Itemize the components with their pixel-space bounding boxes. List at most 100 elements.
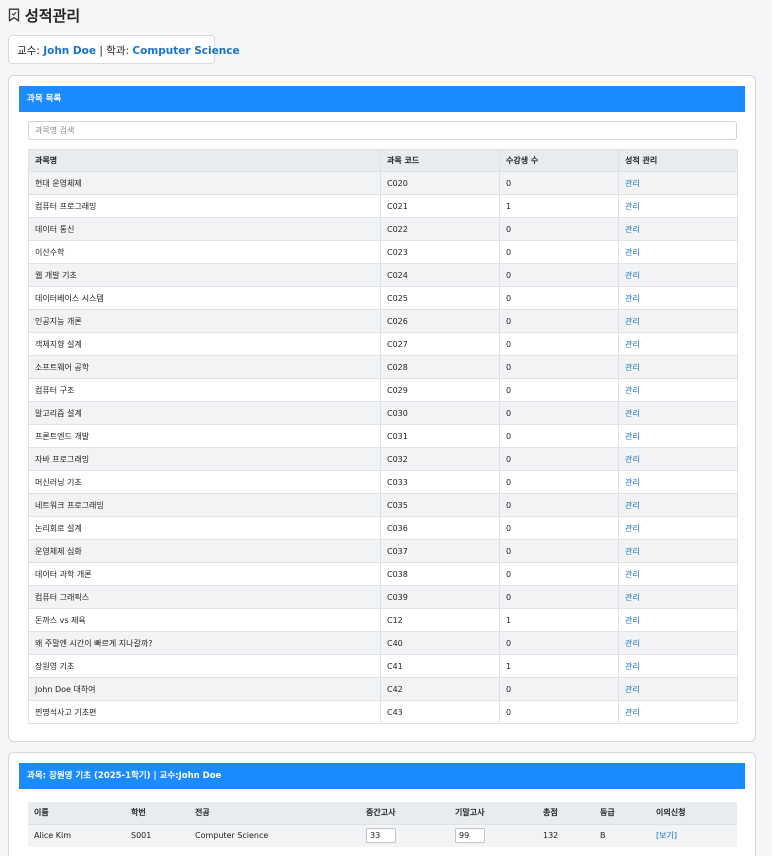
course-table-header-row: 과목명 과목 코드 수강생 수 성적 관리 <box>28 149 738 172</box>
course-name-cell: 컴퓨터 프로그래밍 <box>28 194 381 218</box>
final-score-input[interactable] <box>455 828 485 844</box>
grade-section-header: 과목: 장원영 기초 (2025-1학기) | 교수:John Doe <box>19 763 745 789</box>
manage-link[interactable]: 관리 <box>625 409 640 418</box>
column-header-course-code: 과목 코드 <box>380 149 500 172</box>
student-count-cell: 0 <box>499 700 619 724</box>
table-row: 논리회로 설계 C036 0 관리 <box>28 516 738 540</box>
column-header-final: 기말고사 <box>449 802 537 825</box>
manage-link[interactable]: 관리 <box>625 639 640 648</box>
midterm-score-input[interactable] <box>366 828 396 844</box>
student-count-cell: 1 <box>499 194 619 218</box>
table-row: 소프트웨어 공학 C028 0 관리 <box>28 355 738 379</box>
column-header-name: 이름 <box>28 802 125 825</box>
course-name-cell: 머신러닝 기초 <box>28 470 381 494</box>
course-code-cell: C029 <box>380 378 500 402</box>
grade-table-header-row: 이름 학번 전공 중간고사 기말고사 총점 등급 이의신청 <box>28 802 737 825</box>
bookmark-icon <box>8 8 20 22</box>
student-count-cell: 0 <box>499 447 619 471</box>
course-code-cell: C41 <box>380 654 500 678</box>
table-row: 컴퓨터 그래픽스 C039 0 관리 <box>28 585 738 609</box>
course-code-cell: C031 <box>380 424 500 448</box>
course-code-cell: C028 <box>380 355 500 379</box>
course-list-card: 과목 목록 과목명 과목 코드 수강생 수 성적 관리 현대 운영체제C0200… <box>8 75 756 742</box>
course-search-input[interactable] <box>28 121 737 140</box>
table-row: 네트워크 프로그래밍 C035 0 관리 <box>28 493 738 517</box>
appeal-cell: [보기] <box>650 824 737 847</box>
table-row: 데이터 과학 개론 C038 0 관리 <box>28 562 738 586</box>
column-header-course-name: 과목명 <box>28 149 381 172</box>
manage-link[interactable]: 관리 <box>625 570 640 579</box>
manage-link[interactable]: 관리 <box>625 248 640 257</box>
course-name-cell: 데이터베이스 시스템 <box>28 286 381 310</box>
course-code-cell: C027 <box>380 332 500 356</box>
student-count-cell: 0 <box>499 585 619 609</box>
table-row: 장원영 기초 C41 1 관리 <box>28 654 738 678</box>
course-table: 과목명 과목 코드 수강생 수 성적 관리 현대 운영체제 C020 0 관리 컴퓨터 … <box>28 149 738 724</box>
manage-cell: 관리 <box>618 424 738 448</box>
table-row: 찐명석사고 기초편 C43 0 관리 <box>28 700 738 724</box>
manage-cell: 관리 <box>618 217 738 241</box>
course-name-cell: 컴퓨터 그래픽스 <box>28 585 381 609</box>
course-name-cell: 왜 주말엔 시간이 빠르게 지나갈까? <box>28 631 381 655</box>
manage-cell: 관리 <box>618 401 738 425</box>
manage-link[interactable]: 관리 <box>625 340 640 349</box>
manage-cell: 관리 <box>618 516 738 540</box>
manage-link[interactable]: 관리 <box>625 225 640 234</box>
course-code-cell: C022 <box>380 217 500 241</box>
manage-link[interactable]: 관리 <box>625 455 640 464</box>
table-row: 운영체제 심화 C037 0 관리 <box>28 539 738 563</box>
course-name-cell: 소프트웨어 공학 <box>28 355 381 379</box>
view-appeal-link[interactable]: [보기] <box>656 831 677 840</box>
table-row: 현대 운영체제 C020 0 관리 <box>28 171 738 195</box>
manage-link[interactable]: 관리 <box>625 593 640 602</box>
manage-link[interactable]: 관리 <box>625 616 640 625</box>
student-count-cell: 0 <box>499 286 619 310</box>
manage-link[interactable]: 관리 <box>625 294 640 303</box>
manage-link[interactable]: 관리 <box>625 202 640 211</box>
manage-link[interactable]: 관리 <box>625 662 640 671</box>
department-label: 학과: <box>106 45 130 57</box>
manage-cell: 관리 <box>618 286 738 310</box>
manage-link[interactable]: 관리 <box>625 708 640 717</box>
table-row: 알고리즘 설계 C030 0 관리 <box>28 401 738 425</box>
manage-link[interactable]: 관리 <box>625 432 640 441</box>
course-name-cell: 찐명석사고 기초편 <box>28 700 381 724</box>
manage-cell: 관리 <box>618 654 738 678</box>
manage-link[interactable]: 관리 <box>625 271 640 280</box>
course-name-cell: 네트워크 프로그래밍 <box>28 493 381 517</box>
manage-cell: 관리 <box>618 378 738 402</box>
table-row: 컴퓨터 프로그래밍 C021 1 관리 <box>28 194 738 218</box>
manage-link[interactable]: 관리 <box>625 547 640 556</box>
manage-link[interactable]: 관리 <box>625 524 640 533</box>
course-code-cell: C43 <box>380 700 500 724</box>
course-name-cell: 컴퓨터 구조 <box>28 378 381 402</box>
manage-link[interactable]: 관리 <box>625 317 640 326</box>
manage-cell: 관리 <box>618 493 738 517</box>
student-count-cell: 0 <box>499 332 619 356</box>
course-code-cell: C023 <box>380 240 500 264</box>
course-code-cell: C024 <box>380 263 500 287</box>
course-name-cell: 돈까스 vs 제육 <box>28 608 381 632</box>
course-code-cell: C026 <box>380 309 500 333</box>
student-name-cell: Alice Kim <box>28 824 125 847</box>
course-code-cell: C12 <box>380 608 500 632</box>
manage-cell: 관리 <box>618 470 738 494</box>
course-name-cell: 인공지능 개론 <box>28 309 381 333</box>
grade-cell: B <box>594 824 650 847</box>
student-count-cell: 0 <box>499 355 619 379</box>
course-name-cell: 자바 프로그래밍 <box>28 447 381 471</box>
table-row: 웹 개발 기초 C024 0 관리 <box>28 263 738 287</box>
manage-link[interactable]: 관리 <box>625 363 640 372</box>
manage-link[interactable]: 관리 <box>625 501 640 510</box>
manage-link[interactable]: 관리 <box>625 478 640 487</box>
student-count-cell: 0 <box>499 171 619 195</box>
student-count-cell: 0 <box>499 263 619 287</box>
manage-link[interactable]: 관리 <box>625 179 640 188</box>
table-row: 자바 프로그래밍 C032 0 관리 <box>28 447 738 471</box>
course-code-cell: C035 <box>380 493 500 517</box>
course-name-cell: John Doe 대하여 <box>28 677 381 701</box>
manage-link[interactable]: 관리 <box>625 386 640 395</box>
course-name-cell: 논리회로 설계 <box>28 516 381 540</box>
student-count-cell: 1 <box>499 608 619 632</box>
manage-link[interactable]: 관리 <box>625 685 640 694</box>
